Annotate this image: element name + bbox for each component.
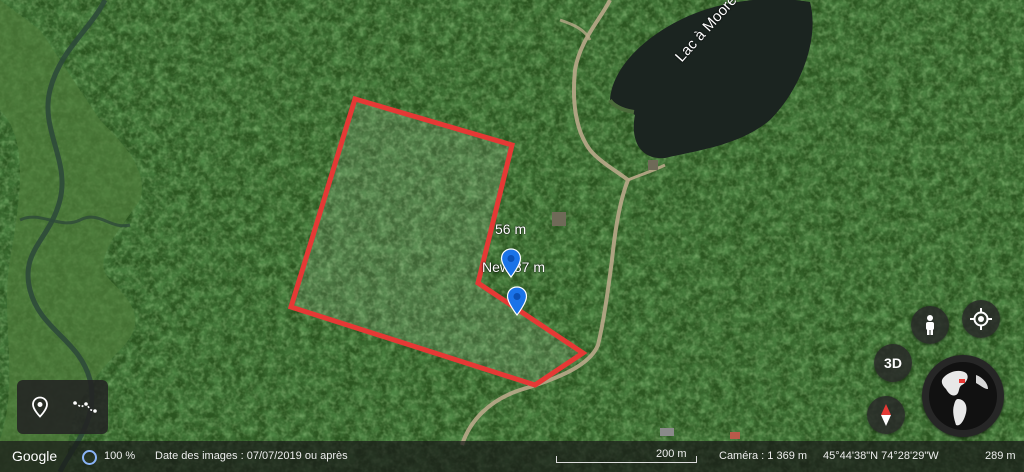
building bbox=[730, 432, 740, 439]
pegman-icon bbox=[926, 315, 934, 335]
compass-icon bbox=[881, 404, 891, 426]
camera-altitude: Caméra : 1 369 m bbox=[719, 450, 808, 462]
add-placemark-button[interactable] bbox=[25, 392, 55, 422]
building bbox=[552, 212, 566, 226]
zoom-indicator-icon bbox=[82, 450, 97, 465]
location-pin-icon[interactable] bbox=[500, 248, 522, 278]
coordinates: 45°44'38"N 74°28'29"W bbox=[823, 450, 939, 462]
zoom-level: 100 % bbox=[104, 450, 136, 462]
street-view-button[interactable] bbox=[911, 306, 949, 344]
location-pin-icon[interactable] bbox=[506, 286, 528, 316]
toggle-3d-button[interactable]: 3D bbox=[874, 344, 912, 382]
path-icon bbox=[73, 401, 98, 413]
location-pin-icon bbox=[31, 396, 48, 418]
building bbox=[660, 428, 674, 436]
building bbox=[648, 160, 658, 170]
compass-button[interactable] bbox=[867, 396, 905, 434]
elevation: 289 m bbox=[985, 450, 1016, 462]
globe-icon bbox=[929, 362, 997, 430]
my-location-icon bbox=[970, 308, 992, 330]
globe-button[interactable] bbox=[922, 355, 1004, 437]
map-viewport[interactable]: Lac à Moore 56 m New 87 m 3D Google 100 … bbox=[0, 0, 1024, 472]
my-location-button[interactable] bbox=[962, 300, 1000, 338]
scale-label: 200 m bbox=[656, 448, 687, 460]
draw-path-button[interactable] bbox=[70, 392, 100, 422]
google-logo: Google bbox=[12, 448, 58, 464]
measurement-label: 56 m bbox=[495, 221, 527, 237]
imagery-date: Date des images : 07/07/2019 ou après bbox=[155, 450, 348, 462]
status-bar: Google 100 % Date des images : 07/07/201… bbox=[0, 441, 1024, 472]
tool-panel bbox=[17, 380, 108, 434]
